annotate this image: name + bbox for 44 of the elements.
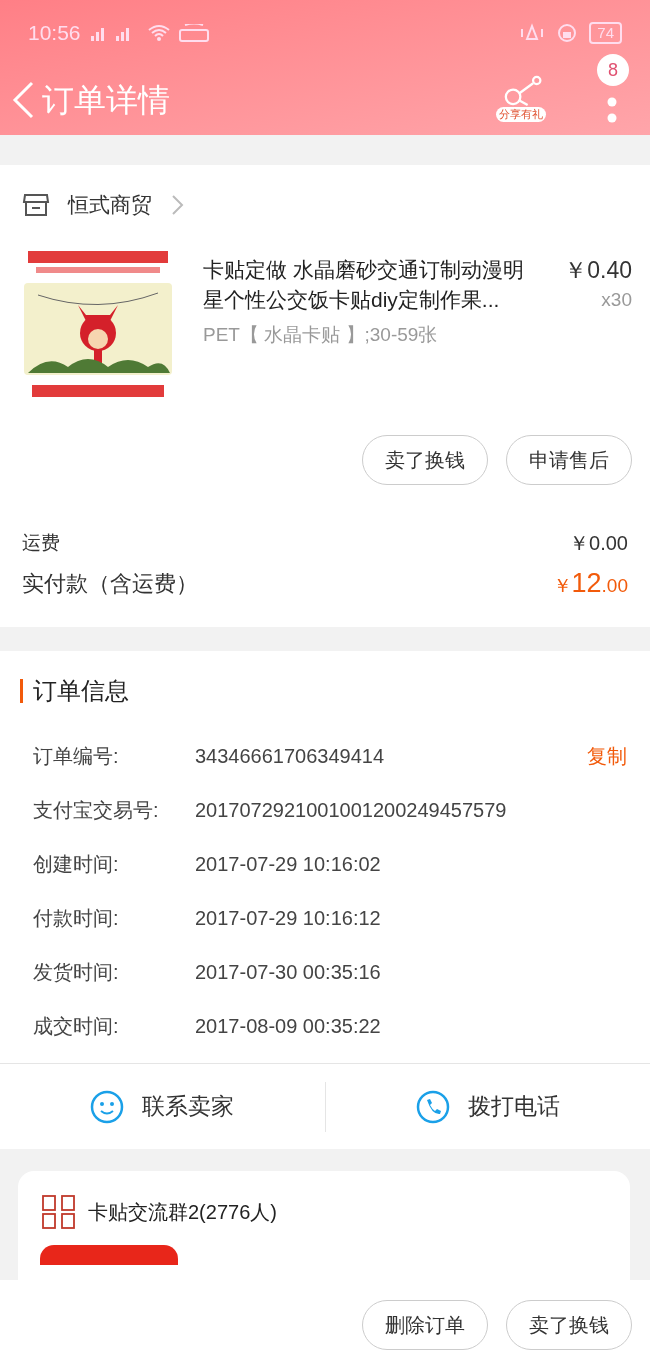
wifi-icon bbox=[146, 23, 171, 42]
info-label: 发货时间: bbox=[33, 960, 120, 985]
product-variant: PET【 水晶卡贴 】;30-59张 bbox=[203, 323, 439, 347]
shipping-label: 运费 bbox=[22, 530, 60, 555]
total-paid-value: ￥12.00 bbox=[552, 566, 628, 600]
page-title: 订单详情 bbox=[42, 81, 170, 120]
total-paid-label: 实付款（含运费） bbox=[22, 569, 198, 598]
info-label: 付款时间: bbox=[33, 906, 120, 931]
shop-logo-icon bbox=[40, 1193, 78, 1231]
product-quantity: x30 bbox=[601, 288, 632, 312]
info-value: 34346661706349414 bbox=[195, 744, 386, 769]
info-label: 成交时间: bbox=[33, 1014, 120, 1039]
shipping-value: ￥0.00 bbox=[569, 531, 628, 556]
back-icon[interactable] bbox=[10, 80, 36, 120]
chat-face-icon[interactable] bbox=[90, 1089, 125, 1124]
info-value: 2017-07-30 00:35:16 bbox=[195, 960, 382, 985]
notification-badge: 8 bbox=[597, 54, 629, 86]
order-action-button[interactable]: 卖了换钱 bbox=[362, 435, 488, 485]
info-value: 2017-08-09 00:35:22 bbox=[195, 1014, 382, 1039]
vibrate-icon bbox=[519, 22, 546, 43]
contact-button[interactable]: 联系卖家 bbox=[142, 1089, 235, 1124]
shop-name[interactable]: 恒式商贸 bbox=[68, 189, 152, 221]
product-title[interactable]: 卡贴定做 水晶磨砂交通订制动漫明星个性公交饭卡贴diy定制作果... bbox=[203, 255, 543, 315]
info-label: 订单编号: bbox=[33, 744, 120, 769]
section-title: 订单信息 bbox=[33, 676, 129, 706]
info-label: 创建时间: bbox=[33, 852, 120, 877]
info-label: 支付宝交易号: bbox=[33, 798, 160, 823]
order-action-button[interactable]: 申请售后 bbox=[506, 435, 632, 485]
status-time: 10:56 bbox=[28, 19, 81, 46]
store-icon bbox=[22, 193, 50, 217]
info-value: 2017072921001001200249457579 bbox=[195, 798, 508, 823]
share-icon[interactable] bbox=[504, 75, 544, 106]
chevron-right-icon[interactable] bbox=[170, 194, 184, 216]
order-action-button[interactable]: 卖了换钱 bbox=[506, 1300, 632, 1350]
group-name: 卡贴交流群2(2776人) bbox=[88, 1200, 277, 1225]
info-value: 2017-07-29 10:16:12 bbox=[195, 906, 382, 931]
info-value: 2017-07-29 10:16:02 bbox=[195, 852, 382, 877]
contact-button[interactable]: 拨打电话 bbox=[467, 1089, 560, 1124]
share-label[interactable]: 分享有礼 bbox=[496, 107, 546, 122]
phone-icon[interactable] bbox=[415, 1089, 450, 1124]
battery-indicator: 74 bbox=[589, 21, 622, 44]
product-price: ￥0.40 bbox=[564, 256, 632, 285]
group-card[interactable]: 卡贴交流群2(2776人) bbox=[18, 1171, 630, 1280]
order-action-button[interactable]: 删除订单 bbox=[362, 1300, 488, 1350]
